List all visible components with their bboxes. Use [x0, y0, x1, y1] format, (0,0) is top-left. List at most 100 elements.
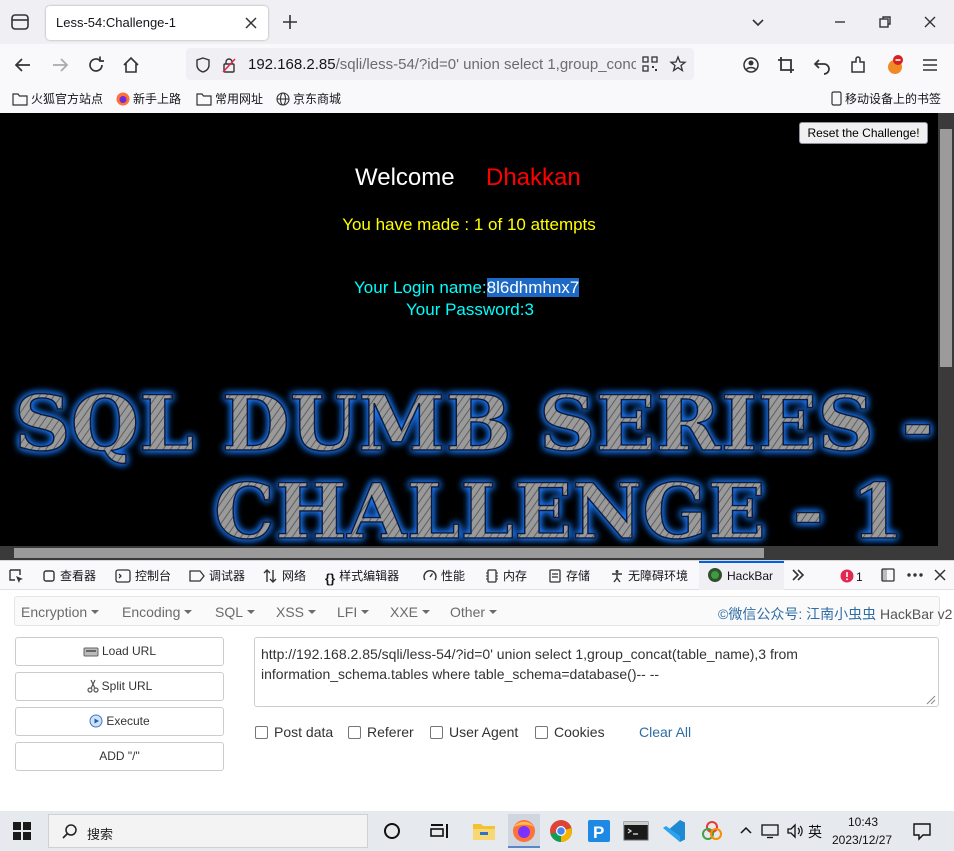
- tab-debugger[interactable]: 调试器: [189, 567, 245, 584]
- menu-encoding[interactable]: Encoding: [122, 604, 193, 620]
- shield-icon[interactable]: [194, 56, 212, 74]
- tab-hackbar[interactable]: HackBar: [707, 567, 773, 583]
- clock-date[interactable]: 2023/12/27: [832, 833, 892, 847]
- checkbox[interactable]: [430, 726, 443, 739]
- window-close-icon[interactable]: [920, 12, 940, 32]
- clear-all-link[interactable]: Clear All: [639, 724, 691, 740]
- caret-down-icon: [361, 610, 370, 614]
- tab-performance[interactable]: 性能: [423, 567, 465, 584]
- browser-tab[interactable]: Less-54:Challenge-1: [46, 6, 268, 40]
- notification-icon[interactable]: [912, 821, 932, 841]
- dock-icon[interactable]: [880, 567, 896, 583]
- tab-strip: Less-54:Challenge-1: [0, 0, 954, 44]
- insecure-lock-icon[interactable]: [220, 56, 238, 74]
- menu-lfi[interactable]: LFI: [337, 604, 370, 620]
- error-count[interactable]: 1: [840, 568, 863, 586]
- tab-console[interactable]: 控制台: [115, 567, 171, 584]
- password-label: Your Password:: [406, 300, 525, 319]
- p-app-icon[interactable]: P: [585, 817, 613, 845]
- bookmark-item[interactable]: 常用网址: [196, 90, 263, 107]
- network-tray-icon[interactable]: [761, 823, 779, 839]
- tab-style-editor[interactable]: {} 样式编辑器: [325, 567, 399, 586]
- menu-sql[interactable]: SQL: [215, 604, 256, 620]
- tab-storage[interactable]: 存储: [548, 567, 590, 584]
- url-text[interactable]: 192.168.2.85/sqli/less-54/?id=0' union s…: [248, 56, 636, 73]
- checkbox[interactable]: [255, 726, 268, 739]
- cookies-checkbox[interactable]: Cookies: [535, 724, 605, 740]
- vscode-icon[interactable]: [660, 817, 688, 845]
- tab-accessibility[interactable]: 无障碍环境: [610, 567, 688, 584]
- taskbar-search[interactable]: 搜索: [48, 814, 368, 848]
- devtools-close-icon[interactable]: [932, 567, 948, 583]
- tab-memory[interactable]: 内存: [485, 567, 527, 584]
- firefox-taskbar-icon[interactable]: [508, 814, 540, 848]
- file-explorer-icon[interactable]: [470, 817, 498, 845]
- menu-icon[interactable]: [919, 54, 941, 76]
- horizontal-scroll-thumb[interactable]: [14, 548, 764, 558]
- execute-button[interactable]: Execute: [15, 707, 224, 736]
- reset-challenge-button[interactable]: Reset the Challenge!: [799, 122, 928, 144]
- menu-xss[interactable]: XSS: [276, 604, 317, 620]
- login-name-value: 8l6dhmhnx7: [486, 278, 580, 297]
- hackbar-url-input[interactable]: http://192.168.2.85/sqli/less-54/?id=0' …: [254, 637, 939, 707]
- element-picker-icon[interactable]: [7, 567, 25, 585]
- more-options-icon[interactable]: [905, 567, 925, 583]
- plus-icon[interactable]: [280, 12, 300, 32]
- checkbox[interactable]: [535, 726, 548, 739]
- bookmark-item[interactable]: 京东商城: [276, 90, 341, 107]
- undo-icon[interactable]: [811, 54, 833, 76]
- timeline-icon[interactable]: [426, 817, 454, 845]
- url-bar[interactable]: 192.168.2.85/sqli/less-54/?id=0' union s…: [186, 48, 694, 80]
- performance-icon: [423, 569, 437, 583]
- terminal-icon[interactable]: [622, 817, 650, 845]
- back-icon[interactable]: [12, 54, 34, 76]
- ime-indicator[interactable]: 英: [808, 822, 822, 842]
- chrome-icon[interactable]: [547, 817, 575, 845]
- hackbar-credit[interactable]: ©微信公众号: 江南小虫虫 HackBar v2: [718, 604, 952, 624]
- tray-chevron-up-icon[interactable]: [738, 823, 754, 839]
- qr-code-icon[interactable]: [642, 56, 658, 72]
- minimize-icon[interactable]: [830, 12, 850, 32]
- memory-icon: [485, 569, 499, 583]
- tab-inspector[interactable]: 查看器: [42, 567, 96, 584]
- web-page: Reset the Challenge! Welcome Dhakkan You…: [0, 113, 938, 546]
- forward-icon[interactable]: [49, 54, 71, 76]
- checkbox[interactable]: [348, 726, 361, 739]
- menu-xxe[interactable]: XXE: [390, 604, 431, 620]
- post-data-checkbox[interactable]: Post data: [255, 724, 333, 740]
- reload-icon[interactable]: [85, 54, 107, 76]
- fox-extension-icon[interactable]: [884, 54, 906, 76]
- clock-time[interactable]: 10:43: [848, 815, 878, 829]
- home-icon[interactable]: [120, 54, 142, 76]
- tab-network[interactable]: 网络: [262, 567, 306, 584]
- star-icon[interactable]: [669, 55, 687, 73]
- bookmark-item[interactable]: 新手上路: [116, 90, 181, 107]
- restore-icon[interactable]: [875, 12, 895, 32]
- more-tabs-icon[interactable]: [790, 567, 806, 583]
- account-icon[interactable]: [740, 54, 762, 76]
- load-url-button[interactable]: Load URL: [15, 637, 224, 666]
- extensions-icon[interactable]: [847, 54, 869, 76]
- crop-icon[interactable]: [775, 54, 797, 76]
- horizontal-scrollbar[interactable]: [0, 546, 954, 560]
- user-agent-checkbox[interactable]: User Agent: [430, 724, 518, 740]
- windows-start-icon[interactable]: [8, 817, 36, 845]
- menu-encryption[interactable]: Encryption: [21, 604, 100, 620]
- close-icon[interactable]: [242, 14, 260, 32]
- tab-list-icon[interactable]: [8, 10, 32, 34]
- chevron-down-icon[interactable]: [748, 12, 768, 32]
- vertical-scroll-thumb[interactable]: [940, 129, 952, 367]
- app-flower-icon[interactable]: [698, 817, 726, 845]
- volume-icon[interactable]: [786, 823, 804, 839]
- resize-handle-icon[interactable]: [924, 693, 936, 705]
- bookmark-item[interactable]: 火狐官方站点: [12, 90, 103, 107]
- add-slash-button[interactable]: ADD "/": [15, 742, 224, 771]
- vertical-scrollbar[interactable]: [938, 113, 954, 546]
- storage-icon: [548, 569, 562, 583]
- mobile-bookmarks[interactable]: 移动设备上的书签: [831, 90, 941, 107]
- split-url-button[interactable]: Split URL: [15, 672, 224, 701]
- menu-other[interactable]: Other: [450, 604, 498, 620]
- task-view-icon[interactable]: [378, 817, 406, 845]
- load-icon: [83, 644, 99, 658]
- referer-checkbox[interactable]: Referer: [348, 724, 414, 740]
